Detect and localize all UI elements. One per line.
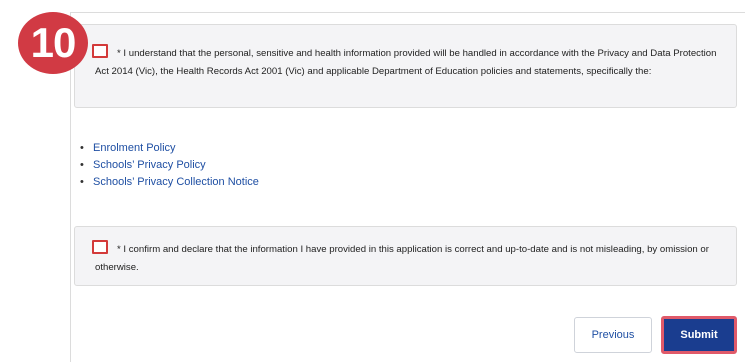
list-item: • Enrolment Policy [80, 140, 259, 157]
step-number-badge: 10 [18, 12, 88, 74]
bullet-icon: • [80, 142, 84, 154]
privacy-collection-notice-link[interactable]: Schools’ Privacy Collection Notice [93, 176, 259, 188]
accuracy-consent-checkbox[interactable] [92, 240, 108, 254]
privacy-declaration-label: * I understand that the personal, sensit… [95, 48, 717, 77]
bullet-icon: • [80, 176, 84, 188]
accuracy-declaration-text: * I confirm and declare that the informa… [95, 241, 718, 277]
privacy-consent-checkbox[interactable] [92, 44, 108, 58]
bullet-icon: • [80, 159, 84, 171]
accuracy-declaration-label: * I confirm and declare that the informa… [95, 244, 709, 273]
privacy-declaration-box: * I understand that the personal, sensit… [74, 24, 737, 108]
accuracy-declaration-box: * I confirm and declare that the informa… [74, 226, 737, 286]
previous-button[interactable]: Previous [574, 317, 652, 353]
enrolment-policy-link[interactable]: Enrolment Policy [93, 142, 176, 154]
list-item: • Schools’ Privacy Policy [80, 157, 259, 174]
list-item: • Schools’ Privacy Collection Notice [80, 174, 259, 191]
schools-privacy-policy-link[interactable]: Schools’ Privacy Policy [93, 159, 206, 171]
policy-link-list: • Enrolment Policy • Schools’ Privacy Poli… [80, 140, 259, 191]
submit-button[interactable]: Submit [661, 316, 737, 354]
privacy-declaration-text: * I understand that the personal, sensit… [95, 45, 718, 81]
